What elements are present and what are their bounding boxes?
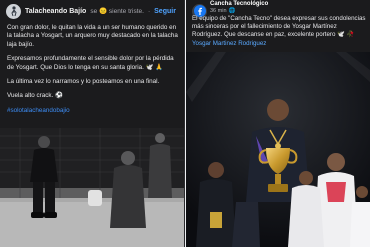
trophy-celebration-image <box>186 52 370 247</box>
post-paragraph: Con gran dolor, le quitan la vida a un s… <box>7 24 178 48</box>
follow-button[interactable]: Seguir <box>154 8 176 15</box>
separator-dot: · <box>147 7 151 15</box>
page-name[interactable]: Cancha Tecnológico <box>210 1 268 7</box>
mention-link[interactable]: Yosgar Martinez Rodriguez <box>192 40 266 47</box>
goalkeeper-photo-image <box>0 128 184 247</box>
post-cancha-tecnologico: Cancha Tecnológico 36 min 🌐 El equipo de… <box>186 0 370 247</box>
soccer-player-logo-icon <box>10 6 17 17</box>
hashtag-link[interactable]: #solotalacheandobajio <box>7 107 179 115</box>
post-timestamp[interactable]: 36 min <box>210 8 227 14</box>
post-body: El equipo de "Cancha Tecno" desea expres… <box>192 15 366 48</box>
globe-icon: 🌐 <box>228 8 236 14</box>
post-photo[interactable] <box>0 128 184 247</box>
post-meta: 36 min 🌐 <box>210 8 235 14</box>
feeling-status: se 😐 siente triste. <box>90 8 144 15</box>
post-body: Con gran dolor, le quitan la vida a un s… <box>7 24 179 121</box>
post-talacheando: Talacheando Bajío se 😐 siente triste. · … <box>0 0 185 247</box>
post-paragraph: Expresamos profundamente el sensible dol… <box>7 55 174 71</box>
post-paragraph: Vuela alto crack. ⚽ <box>7 92 63 100</box>
post-text: El equipo de "Cancha Tecno" desea expres… <box>192 15 366 39</box>
page-avatar[interactable] <box>6 3 21 19</box>
post-photo[interactable] <box>186 52 370 247</box>
post-paragraph: La última vez lo narramos y lo posteamos… <box>7 78 160 86</box>
post-header: Talacheando Bajío se 😐 siente triste. · … <box>0 0 184 22</box>
author-name[interactable]: Talacheando Bajío <box>25 8 86 15</box>
